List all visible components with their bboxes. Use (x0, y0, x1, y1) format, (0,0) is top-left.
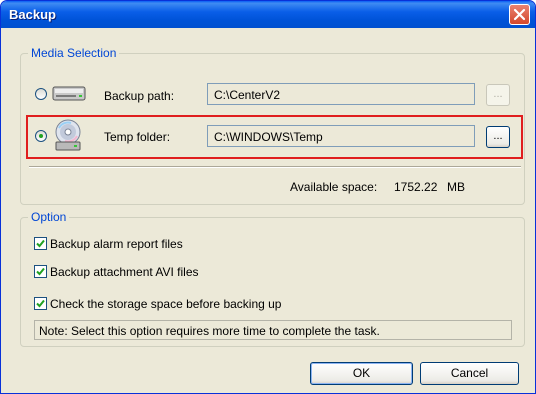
ok-button[interactable]: OK (310, 362, 413, 385)
note-text: Note: Select this option requires more t… (34, 320, 512, 340)
close-icon (513, 8, 526, 21)
radio-dot (39, 134, 43, 138)
backup-path-radio[interactable] (35, 88, 47, 100)
temp-folder-browse-button[interactable]: ... (486, 126, 510, 148)
checkmark-icon (36, 267, 45, 276)
cancel-button[interactable]: Cancel (420, 362, 519, 385)
disc-drive-icon (55, 119, 81, 151)
title-bar[interactable]: Backup (1, 1, 535, 28)
hard-drive-icon (52, 86, 86, 101)
temp-folder-field[interactable]: C:\WINDOWS\Temp (207, 125, 475, 147)
backup-dialog: Backup Media Selection Backup path: C:\C… (0, 0, 536, 394)
check-storage-checkbox[interactable] (34, 297, 47, 310)
backup-avi-label: Backup attachment AVI files (50, 265, 199, 279)
backup-path-browse-button[interactable]: ... (486, 84, 510, 106)
available-space-label: Available space: (290, 180, 378, 194)
temp-folder-label: Temp folder: (104, 130, 171, 144)
media-separator (29, 166, 521, 168)
checkmark-icon (36, 299, 45, 308)
backup-path-field[interactable]: C:\CenterV2 (207, 83, 475, 105)
temp-folder-radio[interactable] (35, 130, 47, 142)
check-storage-label: Check the storage space before backing u… (50, 297, 282, 311)
backup-avi-checkbox[interactable] (34, 265, 47, 278)
checkmark-icon (36, 239, 45, 248)
backup-alarm-label: Backup alarm report files (50, 237, 183, 251)
close-button[interactable] (509, 4, 530, 25)
available-space-unit: MB (447, 180, 465, 194)
backup-path-label: Backup path: (104, 89, 175, 103)
backup-alarm-checkbox[interactable] (34, 237, 47, 250)
option-title: Option (28, 210, 70, 224)
window-title: Backup (9, 7, 56, 22)
media-selection-title: Media Selection (28, 46, 120, 60)
available-space-value: 1752.22 (394, 180, 438, 194)
